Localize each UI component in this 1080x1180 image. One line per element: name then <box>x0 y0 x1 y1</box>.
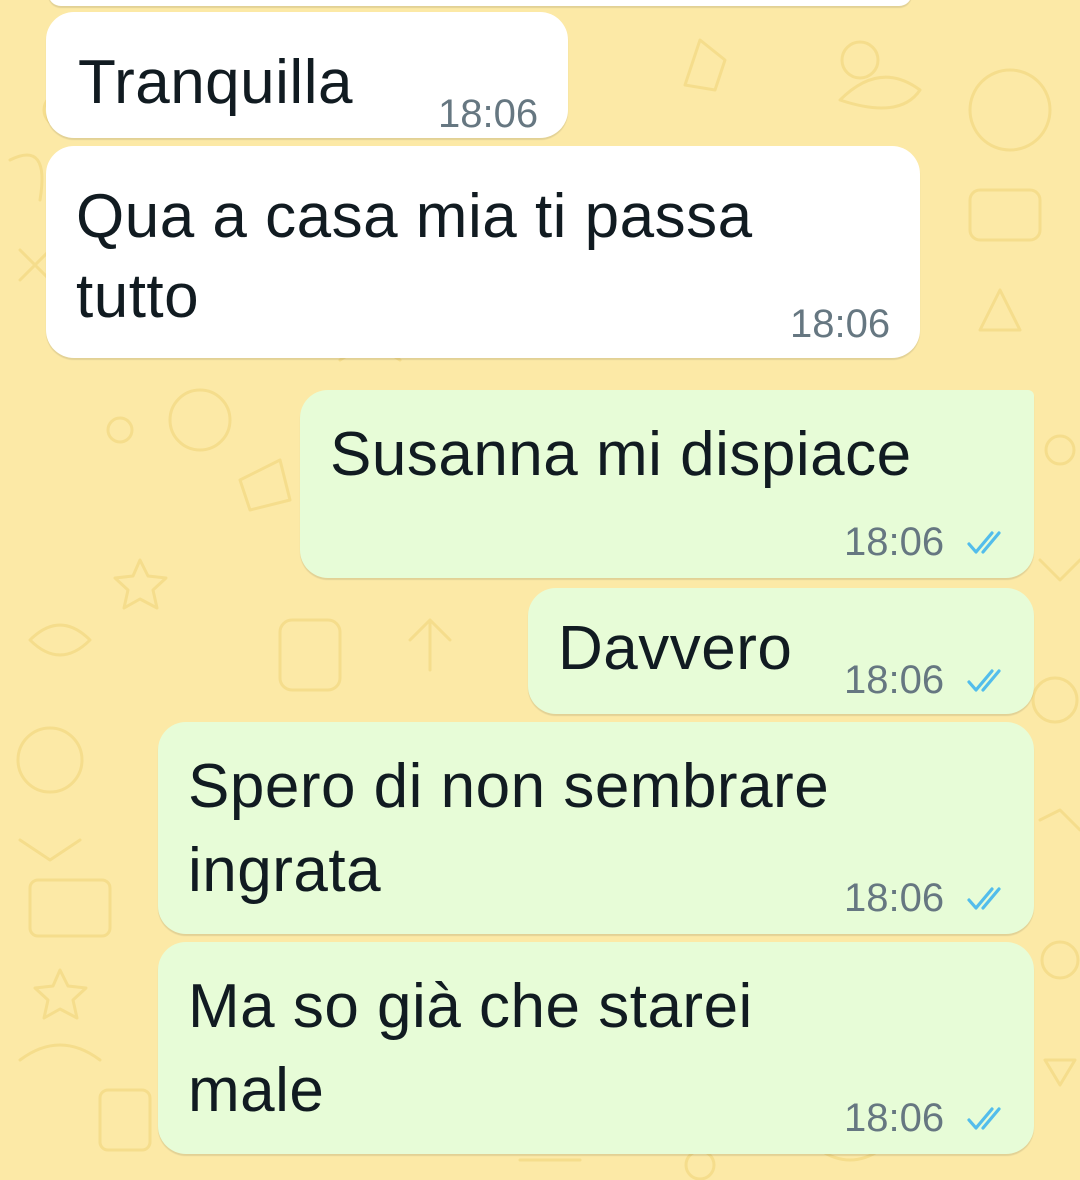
double-check-read-icon <box>967 887 1001 910</box>
double-check-read-icon <box>967 1107 1001 1130</box>
incoming-message-bubble[interactable]: Qua a casa mia ti passa tutto 18:06 <box>46 146 920 358</box>
message-timestamp: 18:06 <box>790 302 891 346</box>
message-text: Davvero <box>558 614 793 683</box>
message-text-line-2: ingrata <box>188 836 382 905</box>
message-timestamp: 18:06 <box>844 876 945 920</box>
incoming-message-bubble[interactable]: Tranquilla 18:06 <box>46 12 568 138</box>
double-check-read-icon <box>967 531 1001 554</box>
message-timestamp: 18:06 <box>844 1096 945 1140</box>
message-timestamp: 18:06 <box>844 658 945 702</box>
outgoing-message-bubble[interactable]: Spero di non sembrare ingrata 18:06 <box>158 722 1034 934</box>
message-text-line-1: Spero di non sembrare <box>188 752 830 821</box>
message-text-line-2: tutto <box>76 262 200 331</box>
message-text-line-1: Ma so già che starei <box>188 972 753 1041</box>
double-check-read-icon <box>967 669 1001 692</box>
outgoing-message-bubble[interactable]: Davvero 18:06 <box>528 588 1034 714</box>
previous-message-bubble-edge <box>48 0 912 6</box>
message-text-line-1: Qua a casa mia ti passa <box>76 182 753 251</box>
message-timestamp: 18:06 <box>844 520 945 564</box>
chat-view[interactable]: Tranquilla 18:06 Qua a casa mia ti passa… <box>0 0 1080 1180</box>
outgoing-message-bubble[interactable]: Ma so già che starei male 18:06 <box>158 942 1034 1154</box>
message-text: Susanna mi dispiace <box>330 420 912 489</box>
message-text: Tranquilla <box>78 48 353 117</box>
outgoing-message-bubble[interactable]: Susanna mi dispiace 18:06 <box>300 390 1034 578</box>
message-timestamp: 18:06 <box>438 92 539 136</box>
message-text-line-2: male <box>188 1056 325 1125</box>
